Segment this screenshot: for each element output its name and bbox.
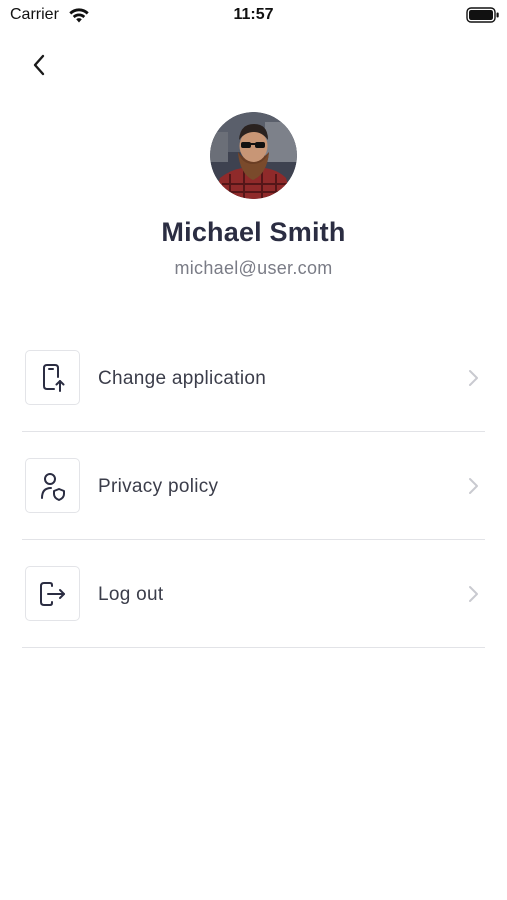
profile-email: michael@user.com <box>174 258 333 278</box>
menu-item-label: Privacy policy <box>98 476 219 497</box>
profile-name: Michael Smith <box>161 217 346 247</box>
chevron-right-icon <box>469 478 478 494</box>
divider <box>22 647 485 648</box>
chevron-right-icon <box>469 586 478 602</box>
phone-upload-icon <box>42 363 64 392</box>
logout-icon <box>39 581 65 606</box>
icon-box <box>25 566 80 621</box>
status-bar: Carrier 11:57 <box>0 0 507 32</box>
menu-item-change-application[interactable]: Change application <box>22 324 485 432</box>
menu-item-label: Log out <box>98 584 164 605</box>
icon-box <box>25 458 80 513</box>
menu-item-privacy-policy[interactable]: Privacy policy <box>22 432 485 540</box>
menu-item-label: Change application <box>98 368 267 389</box>
clock: 11:57 <box>233 6 274 23</box>
chevron-right-icon <box>469 370 478 386</box>
back-button[interactable] <box>22 48 56 82</box>
icon-box <box>25 350 80 405</box>
user-shield-icon <box>40 472 65 501</box>
avatar <box>210 112 297 199</box>
menu-item-log-out[interactable]: Log out <box>22 540 485 648</box>
chevron-left-icon <box>33 54 45 76</box>
battery-icon <box>466 7 499 23</box>
